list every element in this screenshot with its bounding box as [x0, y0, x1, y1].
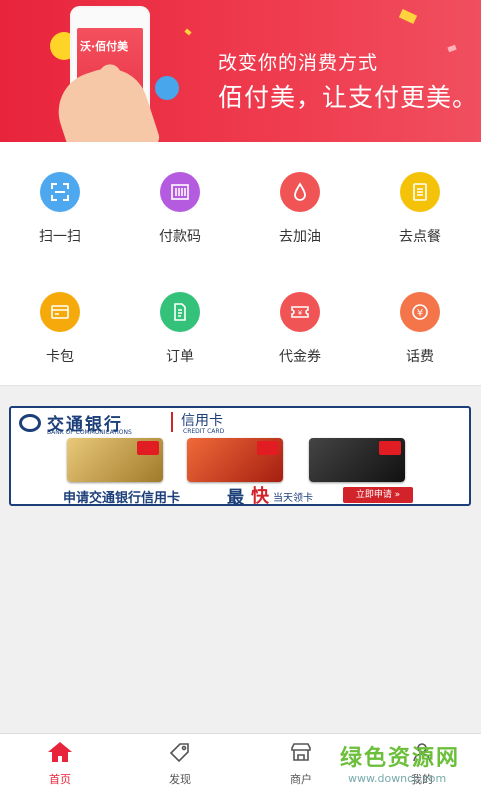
svg-text:¥: ¥: [298, 309, 303, 317]
home-icon: [30, 739, 90, 765]
grid-item-card-wallet[interactable]: 卡包: [0, 292, 120, 382]
grid-item-paycode[interactable]: 付款码: [120, 172, 240, 262]
grid-item-fuel[interactable]: 去加油: [240, 172, 360, 262]
confetti: [447, 44, 457, 53]
card-wallet-icon: [40, 292, 80, 332]
grid-item-label: 去加油: [279, 229, 321, 245]
grid-item-label: 订单: [166, 349, 194, 365]
store-icon: [271, 739, 331, 765]
credit-card-label: 信用卡: [181, 413, 223, 429]
svg-text:¥: ¥: [417, 308, 423, 319]
watermark-url: www.downcc.com: [348, 772, 447, 785]
tab-label: 商户: [290, 773, 312, 786]
grid-item-label: 付款码: [159, 229, 201, 245]
watermark: 绿色资源网 www.downcc.com: [340, 740, 460, 785]
grid-item-label: 扫一扫: [39, 229, 81, 245]
ad-same-day: 当天领卡: [273, 493, 313, 504]
grid-item-label: 代金券: [279, 349, 321, 365]
yuan-icon: ¥: [400, 292, 440, 332]
credit-card-image: [67, 438, 163, 482]
tab-merchants[interactable]: 商户: [271, 739, 331, 787]
ad-fastest-prefix: 最: [227, 488, 244, 506]
tab-home[interactable]: 首页: [30, 739, 90, 787]
credit-card-image: [309, 438, 405, 482]
tab-discover[interactable]: 发现: [150, 739, 210, 787]
grid-item-label: 话费: [406, 349, 434, 365]
confetti: [184, 28, 192, 36]
grid-item-scan[interactable]: 扫一扫: [0, 172, 120, 262]
bank-ad-banner[interactable]: 交通银行 BANK OF COMMUNICATIONS 信用卡 CREDIT C…: [9, 406, 471, 506]
grid-item-label: 去点餐: [399, 229, 441, 245]
divider: [171, 412, 173, 432]
tab-label: 首页: [49, 773, 71, 786]
order-doc-icon: [160, 292, 200, 332]
grid-item-voucher[interactable]: ¥ 代金券: [240, 292, 360, 382]
menu-order-icon: [400, 172, 440, 212]
ad-apply-text: 申请交通银行信用卡: [63, 491, 181, 506]
banner-slogan-2: 佰付美，让支付更美。: [218, 83, 479, 112]
bank-name-en: BANK OF COMMUNICATIONS: [47, 429, 132, 436]
function-grid: 扫一扫 付款码 去加油 去点餐 卡包 订单 ¥ 代金券 ¥ 话费: [0, 142, 481, 386]
decor-dot: [155, 76, 179, 100]
promo-banner[interactable]: 沃·佰付美 改变你的消费方式 佰付美，让支付更美。: [0, 0, 481, 142]
scan-icon: [40, 172, 80, 212]
apply-now-button[interactable]: 立即申请 »: [343, 487, 413, 503]
grid-item-label: 卡包: [46, 349, 74, 365]
tab-label: 发现: [169, 773, 191, 786]
app-logo-text: 沃·佰付美: [80, 40, 129, 53]
fuel-drop-icon: [280, 172, 320, 212]
banner-slogan-1: 改变你的消费方式: [218, 52, 379, 74]
barcode-icon: [160, 172, 200, 212]
credit-card-label-en: CREDIT CARD: [183, 428, 225, 435]
watermark-title: 绿色资源网: [340, 746, 461, 771]
grid-item-orders[interactable]: 订单: [120, 292, 240, 382]
grid-item-phone-bill[interactable]: ¥ 话费: [360, 292, 480, 382]
confetti: [398, 9, 418, 24]
ad-fastest: 快: [251, 486, 269, 506]
grid-item-order-food[interactable]: 去点餐: [360, 172, 480, 262]
credit-card-image: [187, 438, 283, 482]
voucher-icon: ¥: [280, 292, 320, 332]
bank-logo-icon: [19, 414, 41, 432]
tag-icon: [150, 739, 210, 765]
